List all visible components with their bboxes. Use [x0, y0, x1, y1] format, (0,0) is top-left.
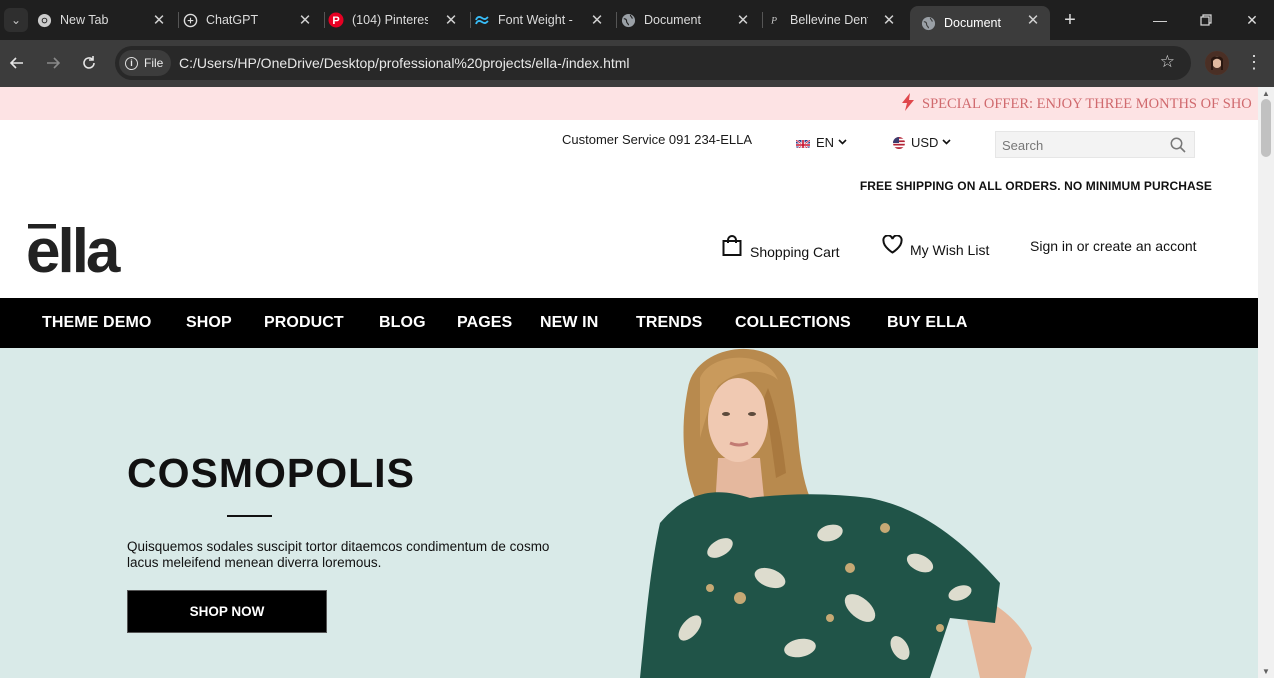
forward-icon[interactable]: [42, 52, 64, 74]
site-icon: P: [766, 12, 782, 28]
nav-product[interactable]: PRODUCT: [264, 314, 344, 332]
web-page: SPECIAL OFFER: ENJOY THREE MONTHS OF SHO…: [0, 87, 1258, 678]
browser-tab[interactable]: P (104) Pinterest ✕: [328, 6, 468, 34]
tab-title: (104) Pinterest: [352, 13, 428, 27]
minimize-icon[interactable]: —: [1150, 10, 1170, 30]
chevron-down-icon: [942, 137, 952, 148]
url-text[interactable]: C:/Users/HP/OneDrive/Desktop/professiona…: [179, 55, 630, 71]
tab-title: New Tab: [60, 13, 109, 27]
nav-trends[interactable]: TRENDS: [636, 314, 702, 332]
scroll-up-icon[interactable]: ▲: [1262, 89, 1270, 98]
nav-blog[interactable]: BLOG: [379, 314, 426, 332]
globe-icon: [620, 12, 636, 28]
uk-flag-icon: [796, 138, 810, 148]
us-flag-icon: [893, 136, 905, 149]
restore-icon[interactable]: [1196, 10, 1216, 30]
site-info-chip[interactable]: i File: [119, 50, 172, 76]
svg-text:P: P: [770, 16, 777, 27]
info-icon: i: [125, 56, 138, 70]
chrome-icon: [36, 12, 52, 28]
nav-new-in[interactable]: NEW IN: [540, 314, 598, 332]
nav-buy-ella[interactable]: BUY ELLA: [887, 314, 968, 332]
close-tab-icon[interactable]: ✕: [442, 11, 460, 29]
svg-text:ella: ella: [26, 223, 121, 275]
close-window-icon[interactable]: ✕: [1242, 10, 1262, 30]
hero-title: COSMOPOLIS: [127, 450, 415, 496]
browser-tab[interactable]: Document ✕: [620, 6, 760, 34]
currency-selector[interactable]: USD: [893, 135, 952, 150]
language-selector[interactable]: EN: [796, 135, 847, 150]
browser-tab-strip: ⌄ New Tab ✕ ChatGPT ✕ P (104) Pinterest …: [0, 0, 1274, 40]
hero-banner: COSMOPOLIS Quisquemos sodales suscipit t…: [0, 348, 1258, 678]
profile-avatar[interactable]: [1205, 51, 1229, 75]
close-tab-icon[interactable]: ✕: [734, 11, 752, 29]
promo-text: SPECIAL OFFER: ENJOY THREE MONTHS OF SHO: [922, 96, 1252, 112]
new-tab-icon[interactable]: +: [1060, 10, 1080, 30]
nav-collections[interactable]: COLLECTIONS: [735, 314, 851, 332]
wish-list-link[interactable]: My Wish List: [882, 234, 990, 258]
hero-description: Quisquemos sodales suscipit tortor ditae…: [127, 539, 550, 570]
free-shipping-notice: FREE SHIPPING ON ALL ORDERS. NO MINIMUM …: [859, 179, 1212, 193]
chevron-down-icon: [838, 137, 847, 148]
promo-banner: SPECIAL OFFER: ENJOY THREE MONTHS OF SHO: [0, 87, 1258, 120]
bookmark-star-icon[interactable]: ☆: [1160, 52, 1175, 72]
customer-service-text: Customer Service 091 234-ELLA: [562, 132, 753, 147]
close-tab-icon[interactable]: ✕: [296, 11, 314, 29]
scheme-label: File: [144, 56, 164, 70]
browser-tab-active[interactable]: Document ✕: [910, 6, 1050, 40]
shopping-bag-icon: [722, 235, 742, 259]
browser-tab[interactable]: New Tab ✕: [36, 6, 176, 34]
currency-value: USD: [911, 135, 939, 150]
search-icon[interactable]: [1170, 137, 1186, 153]
browser-tab[interactable]: P Bellevine Dent ✕: [766, 6, 906, 34]
nav-theme-demo[interactable]: THEME DEMO: [42, 314, 151, 332]
browser-menu-icon[interactable]: ⋮: [1245, 52, 1263, 73]
svg-text:P: P: [332, 15, 339, 27]
ella-logo[interactable]: ella: [26, 217, 130, 286]
nav-pages[interactable]: PAGES: [457, 314, 512, 332]
tab-title: Bellevine Dent: [790, 13, 868, 27]
close-tab-icon[interactable]: ✕: [588, 11, 606, 29]
globe-icon: [920, 15, 936, 31]
lightning-icon: [900, 93, 916, 116]
customer-service: Customer Service 091 234-ELLA: [562, 132, 752, 147]
back-icon[interactable]: [6, 52, 28, 74]
tab-search-dropdown[interactable]: ⌄: [4, 8, 28, 32]
sign-in-link[interactable]: Sign in or create an accont: [1030, 238, 1197, 254]
search-box: [995, 131, 1195, 158]
address-bar[interactable]: i File C:/Users/HP/OneDrive/Desktop/prof…: [115, 46, 1191, 80]
browser-toolbar: i File C:/Users/HP/OneDrive/Desktop/prof…: [0, 40, 1274, 87]
hero-model-image: [640, 348, 1032, 678]
close-tab-icon[interactable]: ✕: [1024, 11, 1042, 29]
pinterest-icon: P: [328, 12, 344, 28]
page-scrollbar[interactable]: ▲ ▼: [1258, 87, 1274, 678]
tab-title: Document: [944, 16, 1001, 30]
nav-shop[interactable]: SHOP: [186, 314, 232, 332]
close-tab-icon[interactable]: ✕: [880, 11, 898, 29]
cart-label: Shopping Cart: [750, 244, 840, 260]
hero-divider: [227, 515, 272, 517]
scroll-thumb[interactable]: [1261, 99, 1271, 157]
browser-tab[interactable]: ChatGPT ✕: [182, 6, 322, 34]
scroll-down-icon[interactable]: ▼: [1262, 667, 1270, 676]
reload-icon[interactable]: [78, 52, 100, 74]
wishlist-label: My Wish List: [910, 242, 990, 258]
search-input[interactable]: [1002, 136, 1167, 154]
browser-tab[interactable]: Font Weight - ✕: [474, 6, 614, 34]
shopping-cart-link[interactable]: Shopping Cart: [722, 235, 840, 260]
shop-now-button[interactable]: SHOP NOW: [127, 590, 327, 633]
tab-title: Font Weight -: [498, 13, 573, 27]
heart-icon: [882, 234, 903, 257]
close-tab-icon[interactable]: ✕: [150, 11, 168, 29]
tailwind-icon: [474, 12, 490, 28]
main-navigation: THEME DEMO SHOP PRODUCT BLOG PAGES NEW I…: [0, 298, 1258, 348]
language-value: EN: [816, 135, 835, 150]
tab-title: ChatGPT: [206, 13, 259, 27]
chatgpt-icon: [182, 12, 198, 28]
tab-title: Document: [644, 13, 701, 27]
